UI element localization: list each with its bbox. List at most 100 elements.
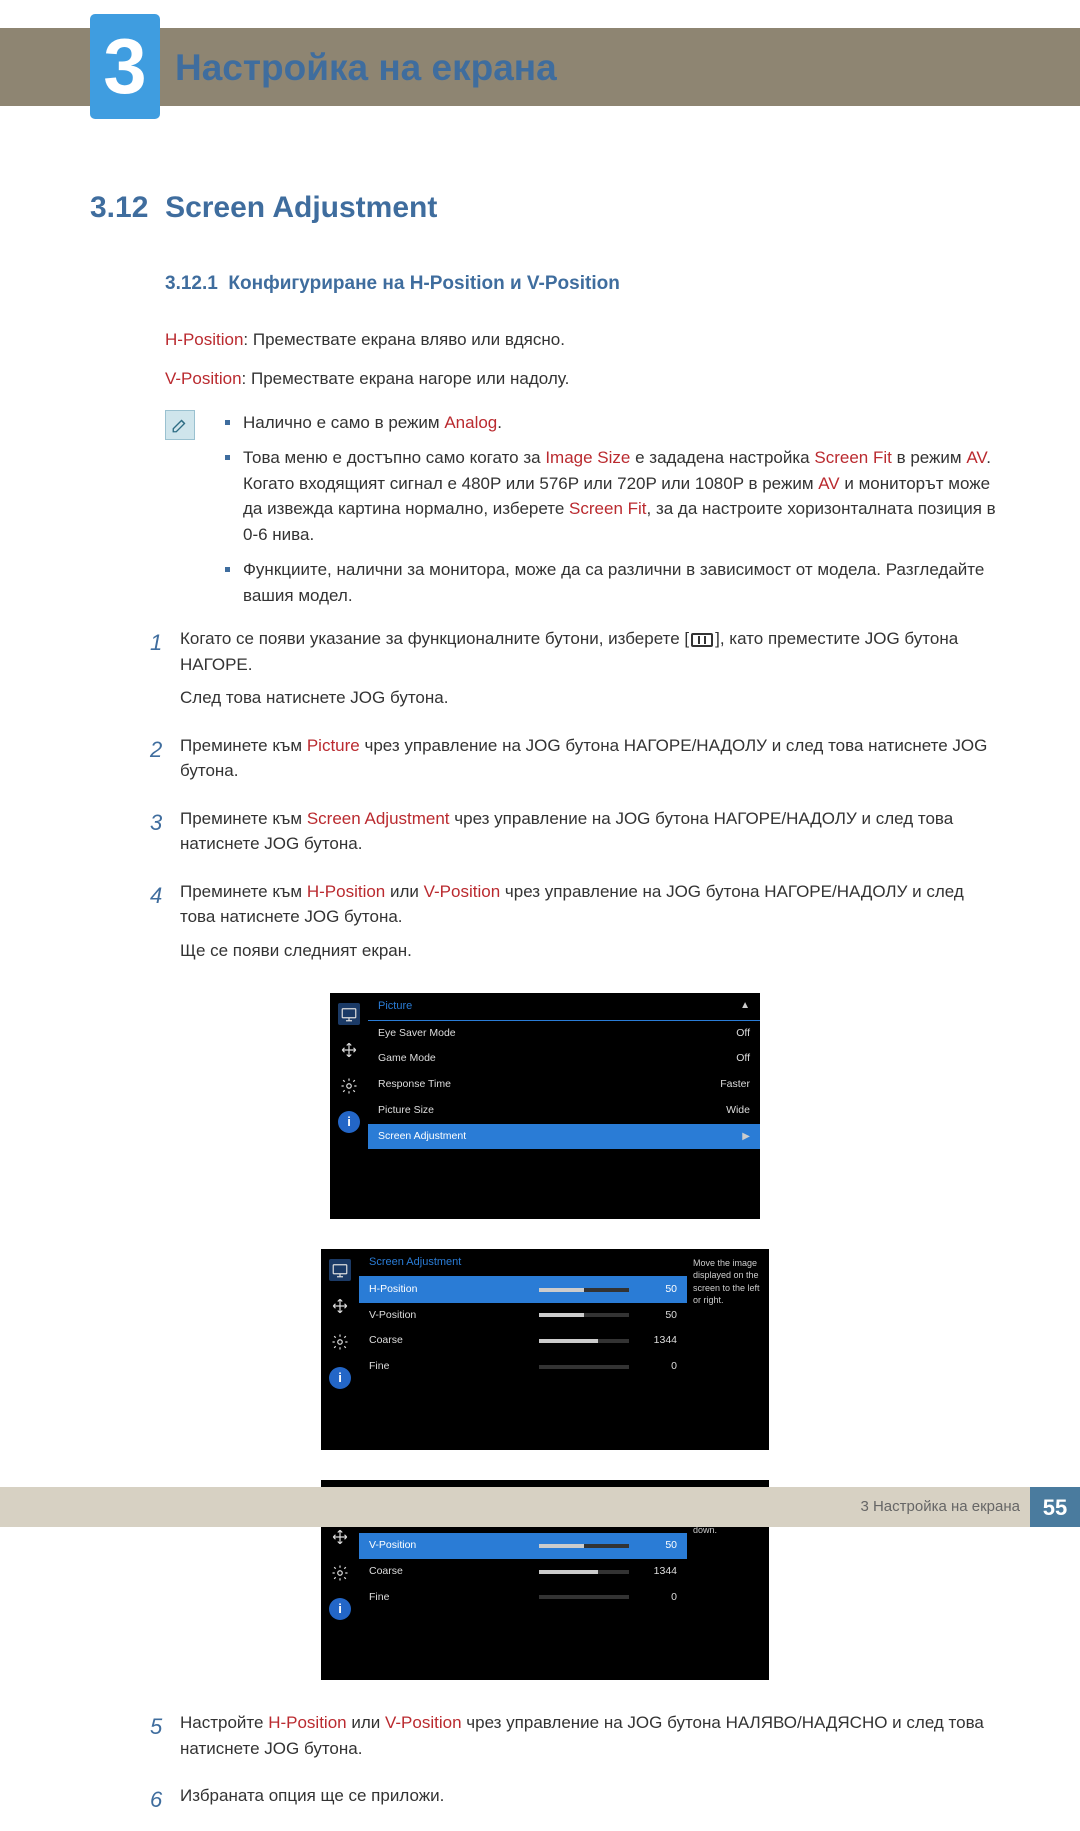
note-item-3: Функциите, налични за монитора, може да … xyxy=(225,557,1000,608)
step-number: 5 xyxy=(150,1710,180,1769)
chapter-title: Настройка на екрана xyxy=(175,40,557,96)
osd-sidebar: i xyxy=(330,993,368,1219)
step-number: 4 xyxy=(150,879,180,972)
osd-row-selected: Screen Adjustment ▶ xyxy=(368,1124,760,1150)
osd-row-label: Screen Adjustment xyxy=(378,1129,736,1145)
hposition-text: : Премествате екрана вляво или вдясно. xyxy=(243,330,565,349)
steps-list-continued: 5 Настройте H-Position или V-Position чр… xyxy=(150,1710,1000,1817)
osd-row-value: 0 xyxy=(637,1359,677,1375)
osd-row-value: Faster xyxy=(710,1077,750,1093)
osd-row: Fine 0 xyxy=(359,1585,687,1611)
hposition-label: H-Position xyxy=(165,330,243,349)
steps-list: 1 Когато се появи указание за функционал… xyxy=(150,626,1000,971)
osd-row: Coarse 1344 xyxy=(359,1328,687,1354)
subsection-heading: 3.12.1 Конфигуриране на H-Position и V-P… xyxy=(165,270,1000,299)
chapter-number-badge: 3 xyxy=(90,14,160,119)
osd-row-label: Game Mode xyxy=(378,1051,710,1067)
step-6: 6 Избраната опция ще се приложи. xyxy=(150,1783,1000,1817)
gear-icon xyxy=(329,1562,351,1584)
menu-icon xyxy=(691,633,713,647)
step-number: 3 xyxy=(150,806,180,865)
page-footer: 3 Настройка на екрана 55 xyxy=(0,1487,1080,1527)
osd-row-value: 50 xyxy=(637,1308,677,1324)
step-5: 5 Настройте H-Position или V-Position чр… xyxy=(150,1710,1000,1769)
osd-title: Picture ▲ xyxy=(368,993,760,1021)
step-2: 2 Преминете към Picture чрез управление … xyxy=(150,733,1000,792)
step-number: 6 xyxy=(150,1783,180,1817)
osd-title: Screen Adjustment xyxy=(359,1249,687,1277)
osd-row-label: Coarse xyxy=(369,1333,531,1349)
osd-slider-bar xyxy=(539,1339,629,1343)
step-4: 4 Преминете към H-Position или V-Positio… xyxy=(150,879,1000,972)
arrow-up-icon: ▲ xyxy=(740,998,750,1013)
osd-row: Coarse 1344 xyxy=(359,1559,687,1585)
osd-row-value: 50 xyxy=(637,1538,677,1554)
osd-slider-bar xyxy=(539,1288,629,1292)
gear-icon xyxy=(329,1331,351,1353)
chevron-right-icon: ▶ xyxy=(736,1129,750,1144)
osd-picture-menu: i Picture ▲ Eye Saver ModeOffGame ModeOf… xyxy=(330,993,760,1219)
osd-row-label: V-Position xyxy=(369,1538,531,1554)
move-arrows-icon xyxy=(329,1295,351,1317)
move-arrows-icon xyxy=(329,1526,351,1548)
note-icon xyxy=(165,410,195,440)
osd-row: Fine 0 xyxy=(359,1354,687,1380)
osd-row-value: 1344 xyxy=(637,1333,677,1349)
osd-row: V-Position 50 xyxy=(359,1303,687,1329)
osd-slider-bar xyxy=(539,1313,629,1317)
osd-row-label: H-Position xyxy=(369,1282,531,1298)
osd-row-value: 0 xyxy=(637,1590,677,1606)
subsection-number: 3.12.1 xyxy=(165,273,218,294)
note-item-2: Това меню е достъпно само когато за Imag… xyxy=(225,445,1000,547)
osd-slider-bar xyxy=(539,1365,629,1369)
osd-row-label: Fine xyxy=(369,1590,531,1606)
osd-hposition-menu: iScreen AdjustmentH-Position50V-Position… xyxy=(321,1249,769,1450)
osd-row-value: 50 xyxy=(637,1282,677,1298)
vposition-label: V-Position xyxy=(165,369,242,388)
osd-row-label: Response Time xyxy=(378,1077,710,1093)
osd-row-value: Off xyxy=(710,1051,750,1067)
osd-row-label: Coarse xyxy=(369,1564,531,1580)
osd-row: Eye Saver ModeOff xyxy=(368,1021,760,1047)
osd-row-label: Fine xyxy=(369,1359,531,1375)
note-item-1: Налично е само в режим Analog. xyxy=(225,410,1000,436)
footer-text: 3 Настройка на екрана xyxy=(860,1496,1020,1519)
osd-row-value: 1344 xyxy=(637,1564,677,1580)
step-number: 2 xyxy=(150,733,180,792)
osd-row: V-Position 50 xyxy=(359,1533,687,1559)
osd-tooltip: Move the image displayed on the screen t… xyxy=(687,1249,769,1450)
section-number: 3.12 xyxy=(90,191,148,224)
osd-row: H-Position 50 xyxy=(359,1277,687,1303)
section-heading: 3.12 Screen Adjustment xyxy=(90,185,1000,230)
vposition-text: : Премествате екрана нагоре или надолу. xyxy=(242,369,570,388)
osd-row-value: Wide xyxy=(710,1103,750,1119)
move-arrows-icon xyxy=(338,1039,360,1061)
subsection-title: Конфигуриране на H-Position и V-Position xyxy=(228,273,619,294)
osd-row: Game ModeOff xyxy=(368,1046,760,1072)
osd-slider-bar xyxy=(539,1570,629,1574)
note-block: Налично е само в режим Analog. Това меню… xyxy=(165,410,1000,609)
osd-row-value: Off xyxy=(710,1026,750,1042)
osd-row: Picture SizeWide xyxy=(368,1098,760,1124)
section-title: Screen Adjustment xyxy=(165,191,437,224)
step-3: 3 Преминете към Screen Adjustment чрез у… xyxy=(150,806,1000,865)
hposition-description: H-Position: Премествате екрана вляво или… xyxy=(165,327,1000,353)
step-number: 1 xyxy=(150,626,180,719)
gear-icon xyxy=(338,1075,360,1097)
osd-row-label: V-Position xyxy=(369,1308,531,1324)
osd-sidebar: i xyxy=(321,1249,359,1450)
monitor-icon xyxy=(338,1003,360,1025)
osd-slider-bar xyxy=(539,1595,629,1599)
osd-row-label: Picture Size xyxy=(378,1103,710,1119)
content-area: 3.12 Screen Adjustment 3.12.1 Конфигурир… xyxy=(90,185,1000,1831)
osd-row: Response TimeFaster xyxy=(368,1072,760,1098)
monitor-icon xyxy=(329,1259,351,1281)
page-number-badge: 55 xyxy=(1030,1487,1080,1527)
info-icon: i xyxy=(329,1598,351,1620)
step-1: 1 Когато се появи указание за функционал… xyxy=(150,626,1000,719)
osd-row-label: Eye Saver Mode xyxy=(378,1026,710,1042)
vposition-description: V-Position: Премествате екрана нагоре ил… xyxy=(165,366,1000,392)
osd-slider-bar xyxy=(539,1544,629,1548)
info-icon: i xyxy=(329,1367,351,1389)
info-icon: i xyxy=(338,1111,360,1133)
